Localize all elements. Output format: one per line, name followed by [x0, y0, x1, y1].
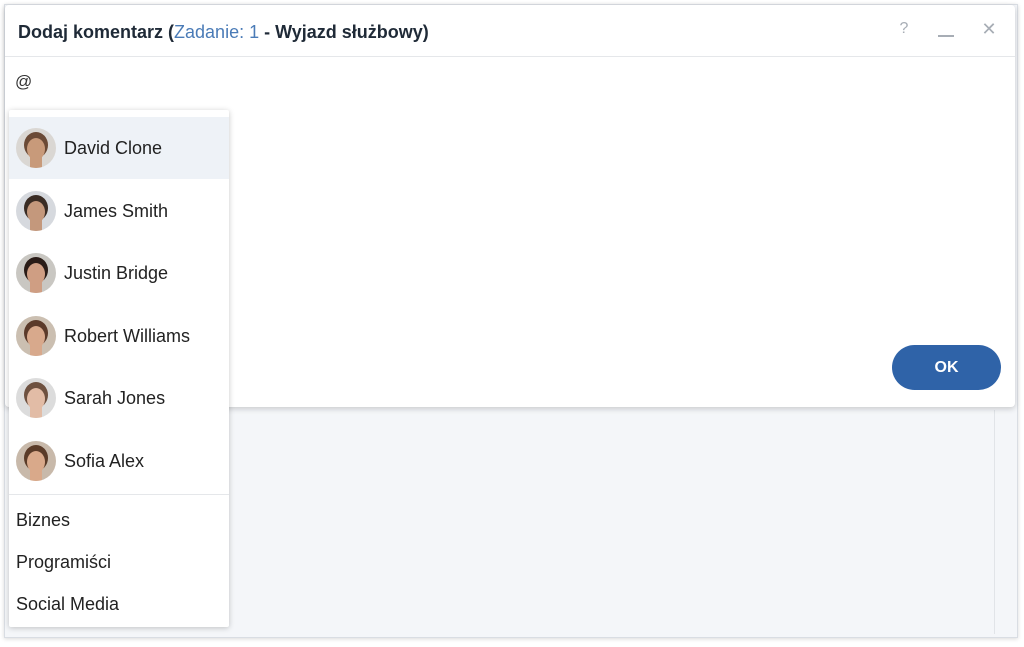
- mention-user-name: Robert Williams: [64, 325, 191, 346]
- avatar: [16, 440, 56, 481]
- mention-user-name: Sarah Jones: [64, 388, 166, 408]
- mention-group-item[interactable]: Biznes: [16, 510, 70, 531]
- mention-user-item[interactable]: Sarah Jones: [9, 367, 229, 429]
- avatar: [16, 190, 56, 231]
- comment-input[interactable]: @: [15, 72, 32, 92]
- mention-user-name: Sofia Alex: [64, 450, 145, 471]
- mention-dropdown: David Clone James Smith Justin Bridge Rober…: [9, 110, 229, 627]
- help-icon[interactable]: ?: [892, 17, 916, 41]
- title-separator: -: [259, 22, 276, 42]
- mention-group-item[interactable]: Programiści: [16, 552, 111, 573]
- dialog-titlebar: Dodaj komentarz (Zadanie: 1 - Wyjazd słu…: [5, 5, 1015, 57]
- avatar: [16, 315, 56, 356]
- mention-user-item[interactable]: David Clone: [9, 117, 229, 179]
- title-close-paren: ): [422, 22, 429, 42]
- ok-button[interactable]: OK: [892, 345, 1001, 390]
- task-label: Zadanie: 1: [174, 22, 260, 42]
- panel-divider: [994, 410, 995, 634]
- avatar: [16, 378, 56, 418]
- mention-user-item[interactable]: James Smith: [9, 180, 229, 242]
- task-name: Wyjazd służbowy: [275, 22, 423, 42]
- minimize-icon[interactable]: [934, 17, 958, 41]
- title-prefix: Dodaj komentarz (: [18, 22, 175, 42]
- close-icon[interactable]: ✕: [977, 17, 1001, 41]
- avatar: [16, 128, 56, 168]
- mention-group-item[interactable]: Social Media: [16, 594, 119, 615]
- mention-user-name: James Smith: [64, 200, 169, 221]
- dialog-title: Dodaj komentarz (Zadanie: 1 - Wyjazd słu…: [18, 22, 429, 43]
- mention-user-name: Justin Bridge: [64, 263, 169, 283]
- mention-user-item[interactable]: Robert Williams: [9, 305, 229, 367]
- dropdown-divider: [9, 494, 229, 495]
- mention-user-name: David Clone: [64, 138, 163, 158]
- mention-user-item[interactable]: Justin Bridge: [9, 242, 229, 304]
- mention-user-item[interactable]: Sofia Alex: [9, 430, 229, 492]
- avatar: [16, 253, 56, 293]
